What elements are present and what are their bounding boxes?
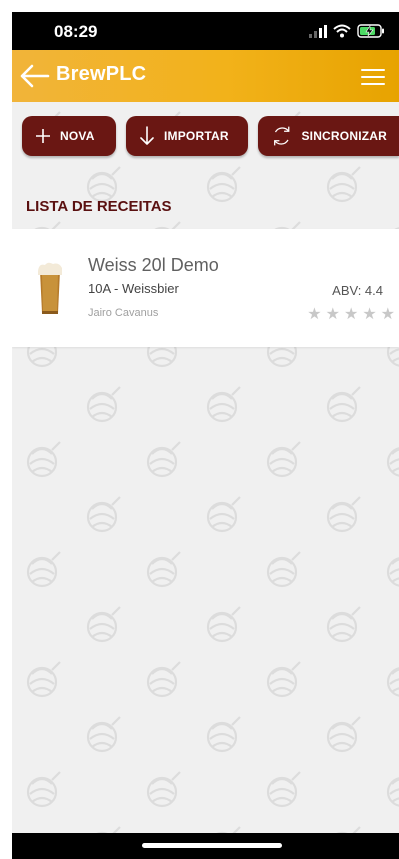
status-bar: 08:29 bbox=[12, 12, 399, 50]
star-icon[interactable]: ★ bbox=[344, 307, 358, 323]
sync-button[interactable]: SINCRONIZAR bbox=[258, 116, 399, 156]
sync-icon bbox=[274, 126, 290, 146]
new-recipe-label: NOVA bbox=[60, 129, 95, 143]
import-label: IMPORTAR bbox=[164, 129, 229, 143]
battery-charging-icon bbox=[357, 24, 385, 38]
star-icon[interactable]: ★ bbox=[307, 307, 321, 323]
recipe-rating[interactable]: ★ ★ ★ ★ ★ bbox=[307, 307, 395, 323]
recipe-name: Weiss 20l Demo bbox=[88, 255, 219, 275]
app-bar: BrewPLC bbox=[12, 50, 399, 102]
bottom-bar bbox=[12, 833, 399, 859]
recipe-author: Jairo Cavanus bbox=[88, 307, 159, 319]
home-indicator[interactable] bbox=[142, 843, 282, 848]
app-title: BrewPLC bbox=[56, 63, 147, 85]
signal-icon bbox=[309, 24, 327, 38]
main-content: NOVA IMPORTAR SINCRONIZAR LISTA DE RECEI… bbox=[12, 102, 399, 833]
arrow-down-icon bbox=[140, 126, 154, 145]
wifi-icon bbox=[333, 24, 351, 38]
phone-frame: 08:29 BrewPLC NOVA IMPORTAR SINCRONIZAR … bbox=[12, 12, 399, 859]
plus-icon bbox=[36, 129, 50, 143]
status-time: 08:29 bbox=[54, 22, 98, 41]
status-icons bbox=[309, 22, 385, 40]
recipe-list-title: LISTA DE RECEITAS bbox=[26, 198, 172, 215]
recipe-list-item[interactable]: Weiss 20l Demo 10A - Weissbier Jairo Cav… bbox=[12, 229, 399, 347]
recipe-style: 10A - Weissbier bbox=[88, 281, 179, 296]
star-icon[interactable]: ★ bbox=[326, 307, 340, 323]
back-arrow-icon[interactable] bbox=[18, 62, 50, 90]
new-recipe-button[interactable]: NOVA bbox=[22, 116, 116, 156]
sync-label: SINCRONIZAR bbox=[301, 129, 387, 143]
menu-icon[interactable] bbox=[361, 64, 385, 88]
import-button[interactable]: IMPORTAR bbox=[126, 116, 248, 156]
star-icon[interactable]: ★ bbox=[362, 307, 376, 323]
beer-glass-icon bbox=[38, 262, 62, 314]
recipe-abv: ABV: 4.4 bbox=[332, 283, 383, 298]
star-icon[interactable]: ★ bbox=[381, 307, 395, 323]
action-buttons: NOVA IMPORTAR SINCRONIZAR bbox=[12, 102, 399, 174]
